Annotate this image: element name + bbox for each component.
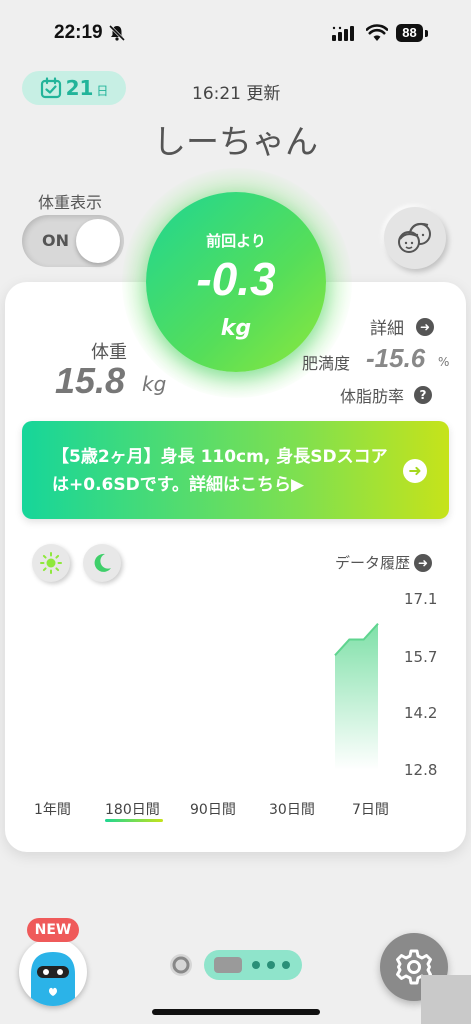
home-indicator[interactable] xyxy=(152,1009,320,1015)
mascot-button[interactable] xyxy=(19,938,87,1006)
page-indicator-loader-icon xyxy=(166,950,196,984)
weight-chart xyxy=(334,623,379,770)
period-tab-30days[interactable]: 30日間 xyxy=(269,799,315,819)
new-badge: NEW xyxy=(27,918,79,942)
y-tick-label: 15.7 xyxy=(404,648,438,666)
page-dot xyxy=(252,961,260,969)
mascot-character-icon xyxy=(31,952,75,1006)
page-indicator[interactable] xyxy=(204,950,302,980)
weight-area-series xyxy=(335,623,378,770)
period-tab-180days[interactable]: 180日間 xyxy=(105,799,160,819)
period-tab-7days[interactable]: 7日間 xyxy=(352,799,389,819)
y-tick-label: 14.2 xyxy=(404,704,438,722)
period-tab-1year[interactable]: 1年間 xyxy=(34,799,71,819)
page-indicator-active xyxy=(214,957,242,973)
selected-tab-underline xyxy=(105,819,163,822)
page-dot xyxy=(267,961,275,969)
period-tab-90days[interactable]: 90日間 xyxy=(190,799,236,819)
corner-thumbnail xyxy=(421,975,471,1024)
y-tick-label: 12.8 xyxy=(404,761,438,779)
page-dot xyxy=(282,961,290,969)
y-tick-label: 17.1 xyxy=(404,590,438,608)
